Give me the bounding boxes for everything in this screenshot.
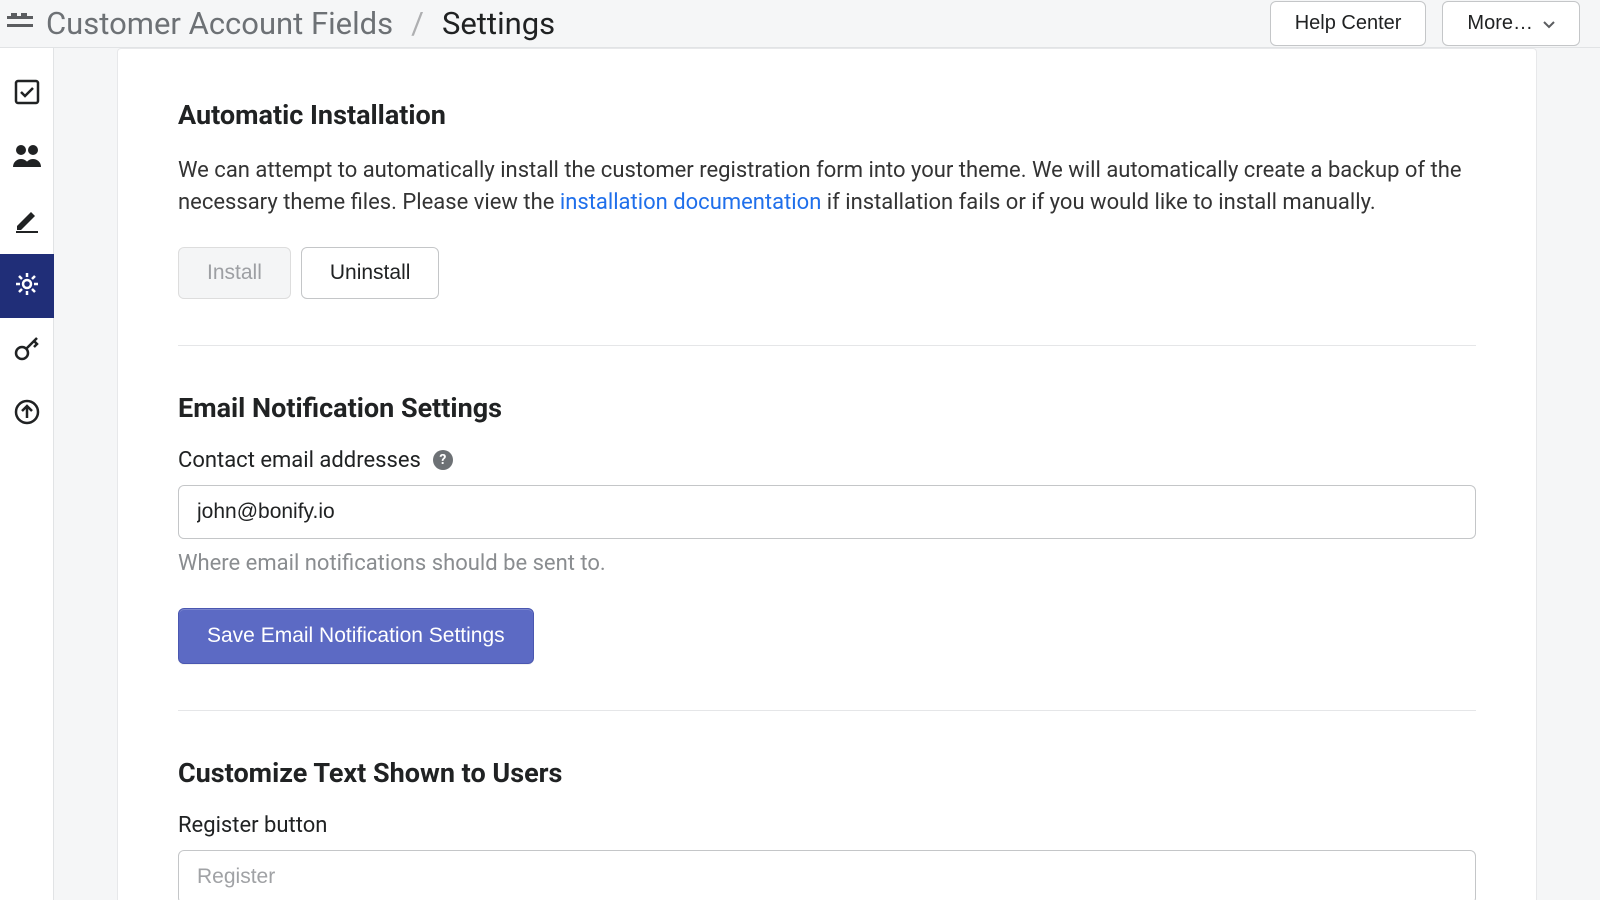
register-button-text-input[interactable] xyxy=(178,850,1476,900)
sidebar-item-key[interactable] xyxy=(0,318,54,382)
contact-email-input[interactable] xyxy=(178,485,1476,539)
upload-icon xyxy=(13,398,41,430)
email-field-label: Contact email addresses ? xyxy=(178,448,1476,473)
email-section-title: Email Notification Settings xyxy=(178,392,1476,424)
customize-section-title: Customize Text Shown to Users xyxy=(178,757,1476,789)
email-label-text: Contact email addresses xyxy=(178,448,421,473)
more-button[interactable]: More… xyxy=(1442,1,1580,46)
save-email-settings-button[interactable]: Save Email Notification Settings xyxy=(178,608,534,664)
install-desc-after: if installation fails or if you would li… xyxy=(821,190,1375,215)
help-center-button[interactable]: Help Center xyxy=(1270,1,1427,46)
sidebar-item-checkbox[interactable] xyxy=(0,62,54,126)
main-scroll-area[interactable]: Automatic Installation We can attempt to… xyxy=(54,48,1600,900)
help-center-label: Help Center xyxy=(1295,12,1402,35)
breadcrumb-parent[interactable]: Customer Account Fields xyxy=(46,5,393,42)
more-label: More… xyxy=(1467,12,1533,35)
install-section-title: Automatic Installation xyxy=(178,99,1476,131)
gear-icon xyxy=(13,270,41,302)
install-doc-link[interactable]: installation documentation xyxy=(560,190,822,215)
chevron-down-icon xyxy=(1543,12,1555,35)
sidebar-item-upload[interactable] xyxy=(0,382,54,446)
key-icon xyxy=(13,334,41,366)
section-divider xyxy=(178,345,1476,346)
breadcrumb-separator: / xyxy=(411,5,424,42)
sidebar-item-users[interactable] xyxy=(0,126,54,190)
sidebar-item-edit[interactable] xyxy=(0,190,54,254)
users-icon xyxy=(11,143,43,173)
register-label-text: Register button xyxy=(178,813,327,838)
checkbox-icon xyxy=(13,78,41,110)
breadcrumb-current: Settings xyxy=(442,5,555,42)
sidebar-item-settings[interactable] xyxy=(0,254,54,318)
section-divider xyxy=(178,710,1476,711)
settings-card: Automatic Installation We can attempt to… xyxy=(117,48,1537,900)
uninstall-button[interactable]: Uninstall xyxy=(301,247,440,299)
install-section-desc: We can attempt to automatically install … xyxy=(178,155,1476,219)
breadcrumb: Customer Account Fields / Settings xyxy=(46,5,555,42)
app-header: Customer Account Fields / Settings Help … xyxy=(0,0,1600,48)
edit-icon xyxy=(13,206,41,238)
register-button-label: Register button xyxy=(178,813,1476,838)
sidebar-nav xyxy=(0,48,54,900)
email-field-hint: Where email notifications should be sent… xyxy=(178,551,1476,576)
help-icon[interactable]: ? xyxy=(433,450,453,470)
install-button[interactable]: Install xyxy=(178,247,291,299)
menu-icon[interactable] xyxy=(6,10,34,38)
